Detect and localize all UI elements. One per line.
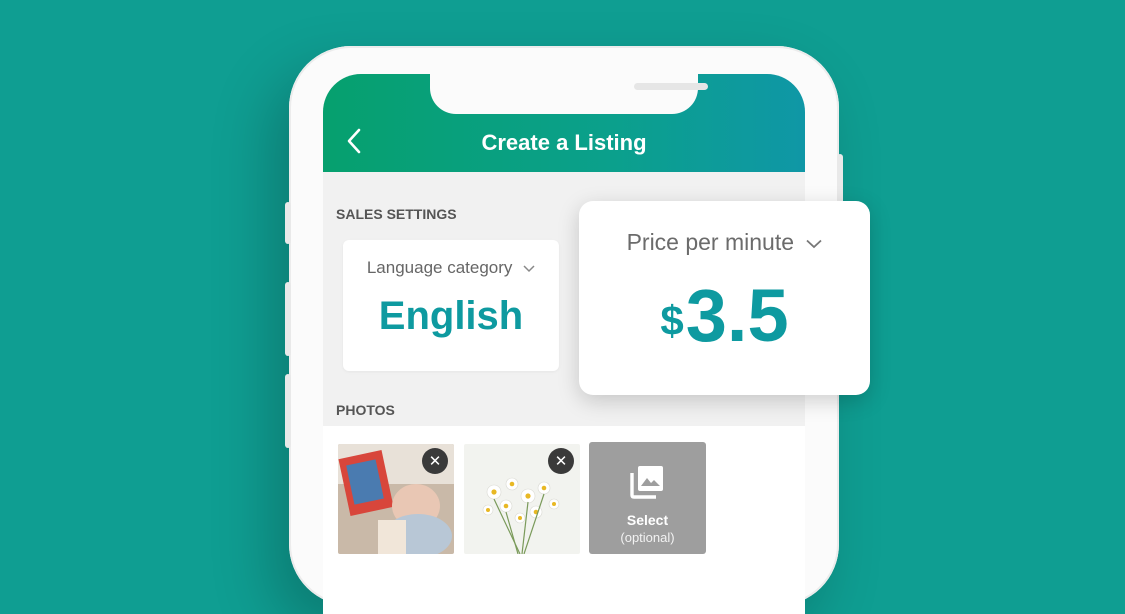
photos-heading: PHOTOS <box>336 402 395 418</box>
phone-side-button <box>285 282 291 356</box>
phone-side-button <box>285 202 291 244</box>
language-category-card[interactable]: Language category English <box>343 240 559 371</box>
phone-side-button <box>285 374 291 448</box>
select-photo-button[interactable]: Select (optional) <box>589 442 706 554</box>
photos-panel: ✕ ✕ Select (optional) <box>323 426 805 614</box>
select-photo-optional: (optional) <box>620 530 675 545</box>
phone-notch <box>430 74 708 114</box>
currency-symbol: $ <box>660 297 684 344</box>
chevron-down-icon <box>806 239 823 249</box>
photo-thumbnail[interactable]: ✕ <box>338 444 454 554</box>
chevron-down-icon <box>523 264 535 272</box>
sales-settings-heading: SALES SETTINGS <box>336 206 457 222</box>
price-per-minute-label: Price per minute <box>579 229 870 256</box>
price-per-minute-card[interactable]: Price per minute $3.5 <box>579 201 870 395</box>
price-value: $3.5 <box>579 273 870 358</box>
language-value: English <box>378 294 524 338</box>
price-label-text: Price per minute <box>626 229 795 255</box>
photo-library-icon <box>630 466 663 499</box>
language-category-label: Language category <box>343 258 559 278</box>
select-photo-label: Select <box>626 512 669 528</box>
photo-thumbnail[interactable]: ✕ <box>464 444 580 554</box>
close-icon[interactable]: ✕ <box>548 448 574 474</box>
language-category-text: Language category <box>366 258 513 277</box>
page-title: Create a Listing <box>481 130 647 155</box>
app-header: Create a Listing <box>323 74 805 172</box>
price-amount: 3.5 <box>685 274 789 357</box>
close-icon[interactable]: ✕ <box>422 448 448 474</box>
phone-speaker <box>634 83 708 90</box>
